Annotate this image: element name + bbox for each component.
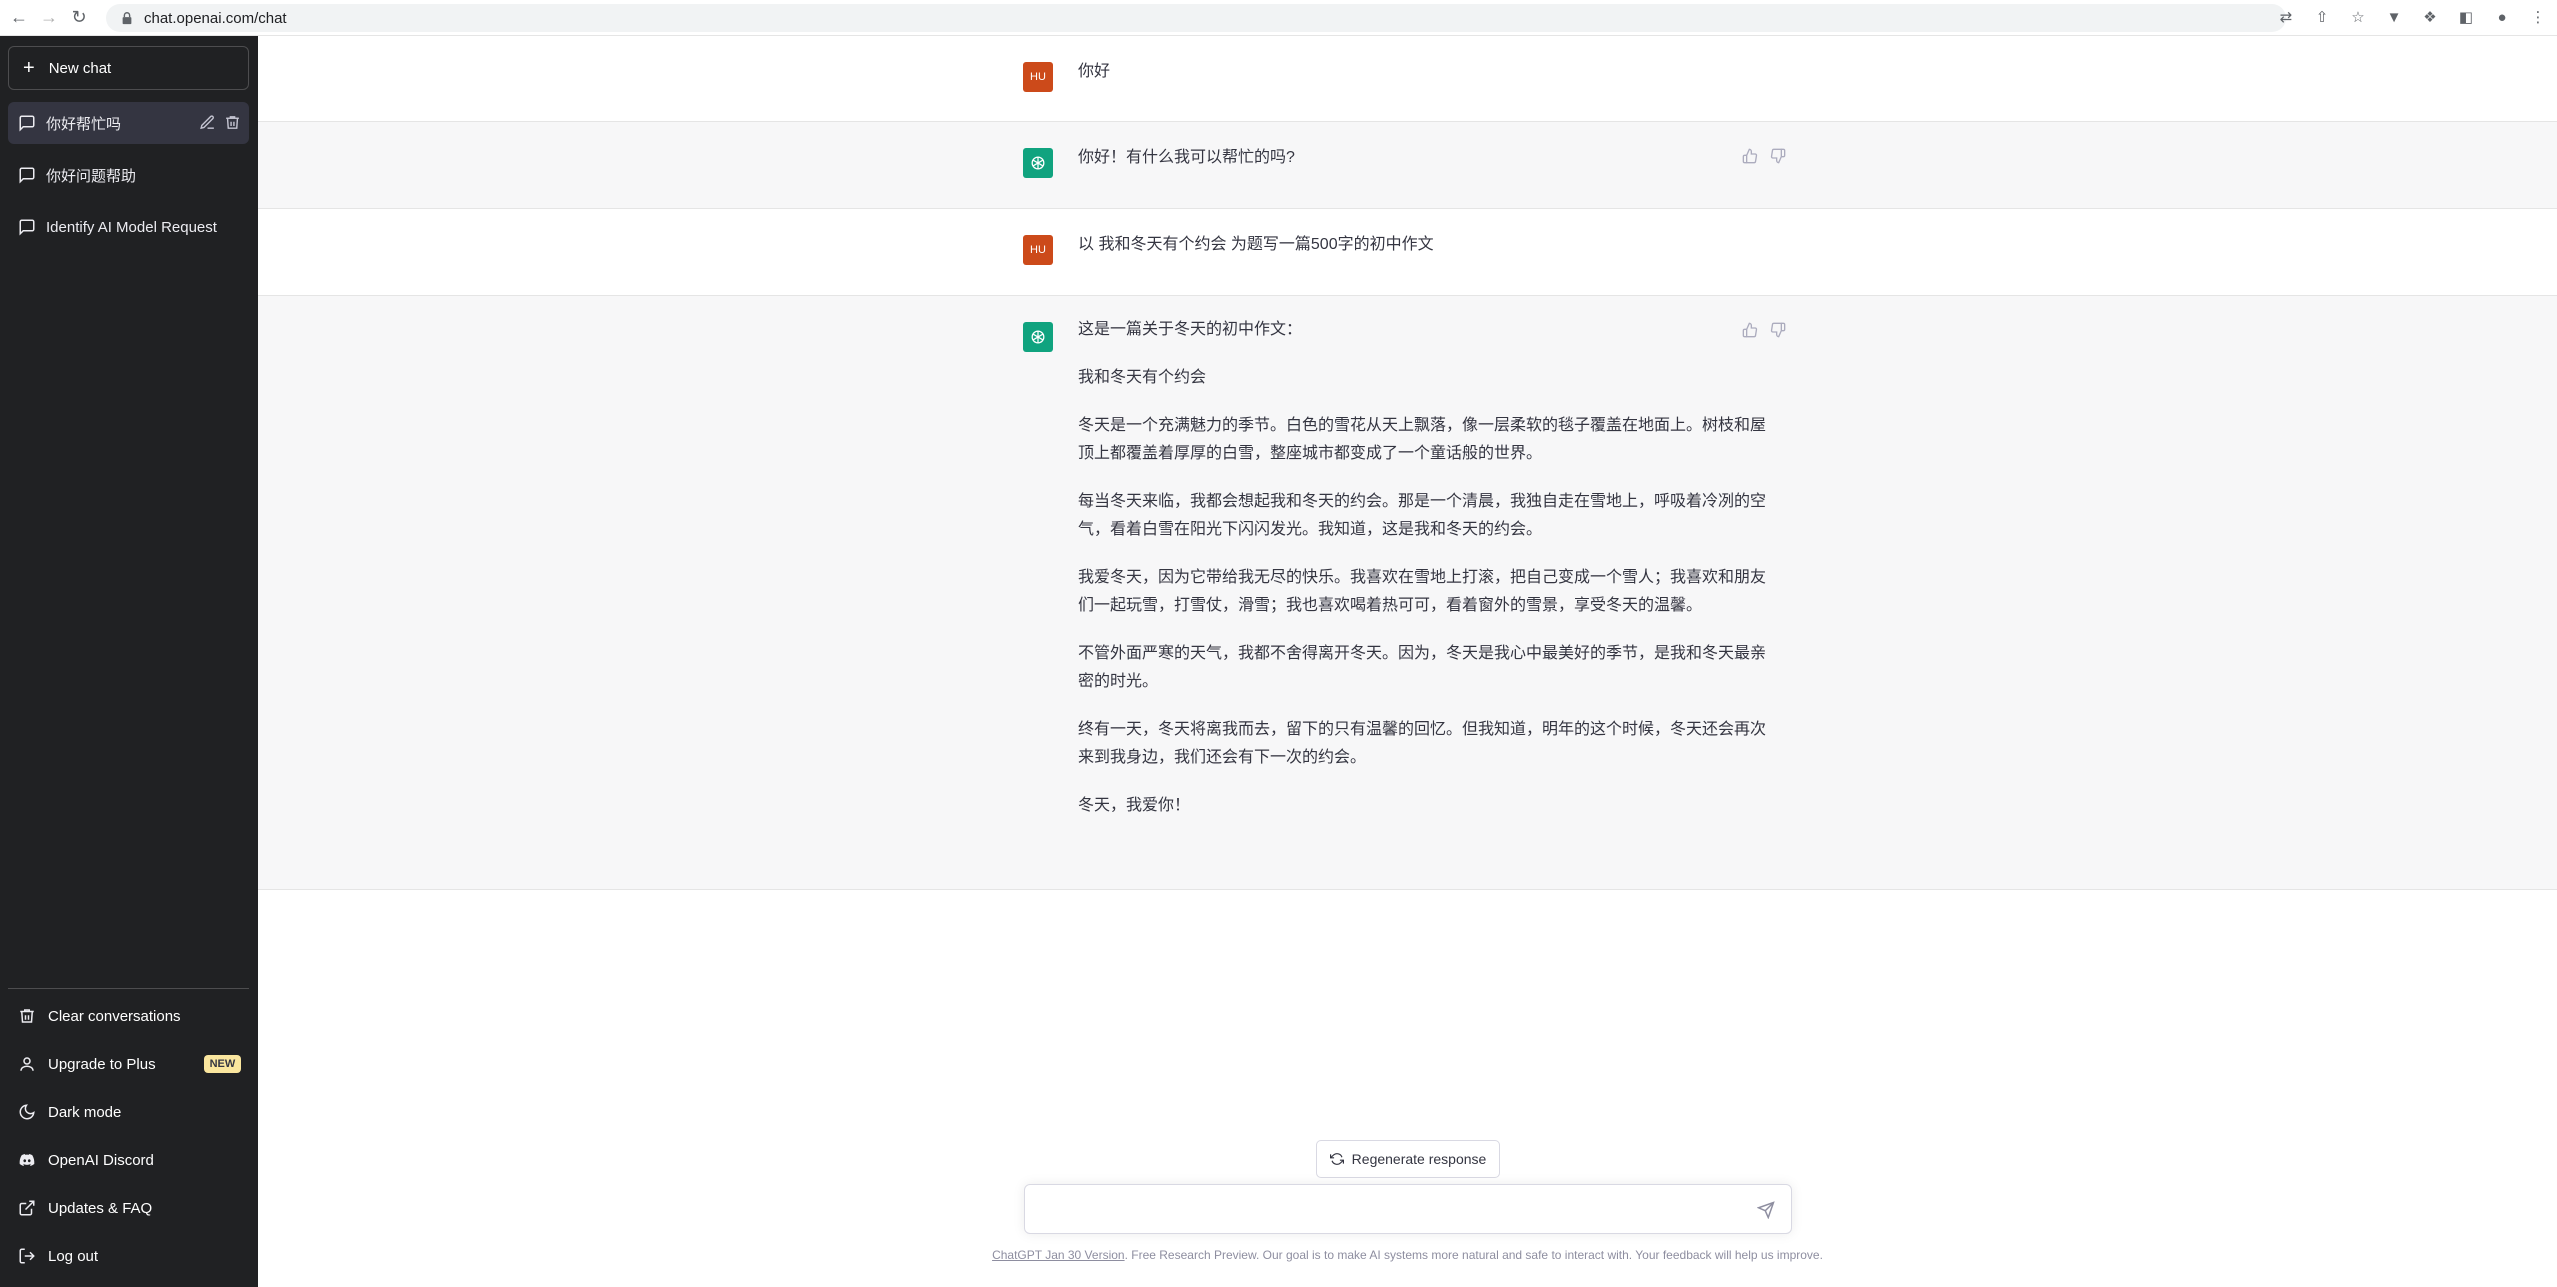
sidebar-conversation-item[interactable]: 你好帮忙吗: [8, 102, 249, 144]
regenerate-response-button[interactable]: Regenerate response: [1316, 1140, 1500, 1178]
plus-icon: +: [23, 57, 35, 79]
openai-logo-icon: [1023, 322, 1053, 352]
openai-discord-link[interactable]: OpenAI Discord: [8, 1138, 249, 1182]
message-input[interactable]: [1024, 1184, 1792, 1234]
user-avatar: HU: [1023, 62, 1053, 92]
send-icon[interactable]: [1757, 1201, 1775, 1219]
new-chat-label: New chat: [48, 59, 112, 77]
message-text: 你好！有什么我可以帮忙的吗?: [1078, 149, 1295, 166]
conversation-title: Identify AI Model Request: [46, 218, 217, 236]
thumbs-down-icon[interactable]: [1770, 148, 1786, 164]
paragraph: 不管外面严寒的天气，我都不舍得离开冬天。因为，冬天是我心中最美好的季节，是我和冬…: [1078, 645, 1767, 690]
logout-button[interactable]: Log out: [8, 1234, 249, 1278]
thumbs-down-icon[interactable]: [1770, 322, 1786, 338]
message-text: 以 我和冬天有个约会 为题写一篇500字的初中作文: [1078, 236, 1434, 253]
sidebar-divider: [8, 988, 249, 989]
message-text: 这是一篇关于冬天的初中作文： 我和冬天有个约会 冬天是一个充满魅力的季节。白色的…: [1078, 316, 1778, 840]
paragraph: 这是一篇关于冬天的初中作文：: [1078, 321, 1303, 338]
message-text: 你好: [1078, 63, 1111, 80]
thumbs-up-icon[interactable]: [1742, 148, 1758, 164]
discord-label: OpenAI Discord: [48, 1151, 154, 1169]
user-message: HU 以 我和冬天有个约会 为题写一篇500字的初中作文: [258, 209, 2557, 296]
upgrade-to-plus-button[interactable]: Upgrade to Plus NEW: [8, 1042, 249, 1086]
clear-label: Clear conversations: [48, 1007, 181, 1025]
share-icon[interactable]: ⇧: [2311, 6, 2333, 28]
chat-thread: HU 你好 你好！有什么我可以帮忙的吗? HU 以 我和冬天有个约会 为题写一篇…: [258, 36, 2557, 1287]
paragraph: 我和冬天有个约会: [1078, 369, 1207, 386]
user-avatar: HU: [1023, 235, 1053, 265]
dark-mode-button[interactable]: Dark mode: [8, 1090, 249, 1134]
moon-icon: [19, 1104, 35, 1120]
sidebar-conversation-item[interactable]: Identify AI Model Request: [8, 206, 249, 248]
paragraph: 冬天是一个充满魅力的季节。白色的雪花从天上飘落，像一层柔软的毯子覆盖在地面上。树…: [1078, 417, 1767, 462]
paragraph: 我爱冬天，因为它带给我无尽的快乐。我喜欢在雪地上打滚，把自己变成一个雪人；我喜欢…: [1078, 569, 1767, 614]
sidebar-conversation-item[interactable]: 你好问题帮助: [8, 154, 249, 196]
trash-icon[interactable]: [224, 114, 241, 131]
assistant-message: 这是一篇关于冬天的初中作文： 我和冬天有个约会 冬天是一个充满魅力的季节。白色的…: [258, 296, 2557, 890]
bookmark-star-icon[interactable]: ☆: [2347, 6, 2369, 28]
menu-kebab-icon[interactable]: ⋮: [2527, 6, 2549, 28]
address-bar[interactable]: chat.openai.com/chat: [106, 4, 2286, 32]
external-link-icon: [19, 1200, 35, 1216]
puzzle-icon[interactable]: ❖: [2419, 6, 2441, 28]
profile-icon[interactable]: ●: [2491, 6, 2513, 28]
sidebar: + New chat 你好帮忙吗 你好问题帮助 Identify AI Mode…: [0, 36, 258, 1287]
new-chat-button[interactable]: + New chat: [8, 46, 249, 90]
clear-conversations-button[interactable]: Clear conversations: [8, 994, 249, 1038]
reload-icon[interactable]: ↻: [68, 7, 90, 29]
forward-icon[interactable]: →: [38, 7, 60, 29]
sidepanel-icon[interactable]: ◧: [2455, 6, 2477, 28]
chat-bubble-icon: [19, 219, 35, 236]
lock-icon: [122, 12, 132, 25]
conversation-title: 你好帮忙吗: [46, 115, 122, 133]
assistant-message: 你好！有什么我可以帮忙的吗?: [258, 122, 2557, 209]
conversation-title: 你好问题帮助: [46, 167, 137, 185]
translate-icon[interactable]: ⇄: [2275, 6, 2297, 28]
user-icon: [20, 1057, 34, 1071]
new-badge: NEW: [203, 1055, 242, 1073]
chat-bubble-icon: [19, 115, 35, 132]
regenerate-label: Regenerate response: [1351, 1151, 1487, 1167]
trash-icon: [20, 1009, 34, 1023]
footer-text: . Free Research Preview. Our goal is to …: [1124, 1248, 1823, 1262]
updates-faq-link[interactable]: Updates & FAQ: [8, 1186, 249, 1230]
dark-mode-label: Dark mode: [48, 1103, 122, 1121]
updates-label: Updates & FAQ: [48, 1199, 153, 1217]
paragraph: 冬天，我爱你！: [1078, 797, 1191, 814]
refresh-icon: [1329, 1153, 1344, 1165]
version-link[interactable]: ChatGPT Jan 30 Version: [992, 1248, 1125, 1262]
footer-disclaimer: ChatGPT Jan 30 Version. Free Research Pr…: [258, 1248, 2557, 1262]
logout-label: Log out: [48, 1247, 99, 1265]
url-text: chat.openai.com/chat: [144, 9, 287, 27]
paragraph: 终有一天，冬天将离我而去，留下的只有温馨的回忆。但我知道，明年的这个时候，冬天还…: [1078, 721, 1767, 766]
chat-bubble-icon: [19, 167, 35, 184]
upgrade-label: Upgrade to Plus: [48, 1055, 156, 1073]
logout-icon: [19, 1248, 35, 1264]
extension-v-icon[interactable]: ▼: [2383, 6, 2405, 28]
openai-logo-icon: [1023, 148, 1053, 178]
thumbs-up-icon[interactable]: [1742, 322, 1758, 338]
browser-toolbar: ← → ↻ chat.openai.com/chat ⇄ ⇧ ☆ ▼ ❖ ◧ ●…: [0, 0, 2557, 36]
paragraph: 每当冬天来临，我都会想起我和冬天的约会。那是一个清晨，我独自走在雪地上，呼吸着冷…: [1078, 493, 1767, 538]
back-icon[interactable]: ←: [8, 7, 30, 29]
edit-pencil-icon[interactable]: [199, 114, 216, 131]
user-message: HU 你好: [258, 36, 2557, 122]
discord-icon: [19, 1154, 35, 1166]
